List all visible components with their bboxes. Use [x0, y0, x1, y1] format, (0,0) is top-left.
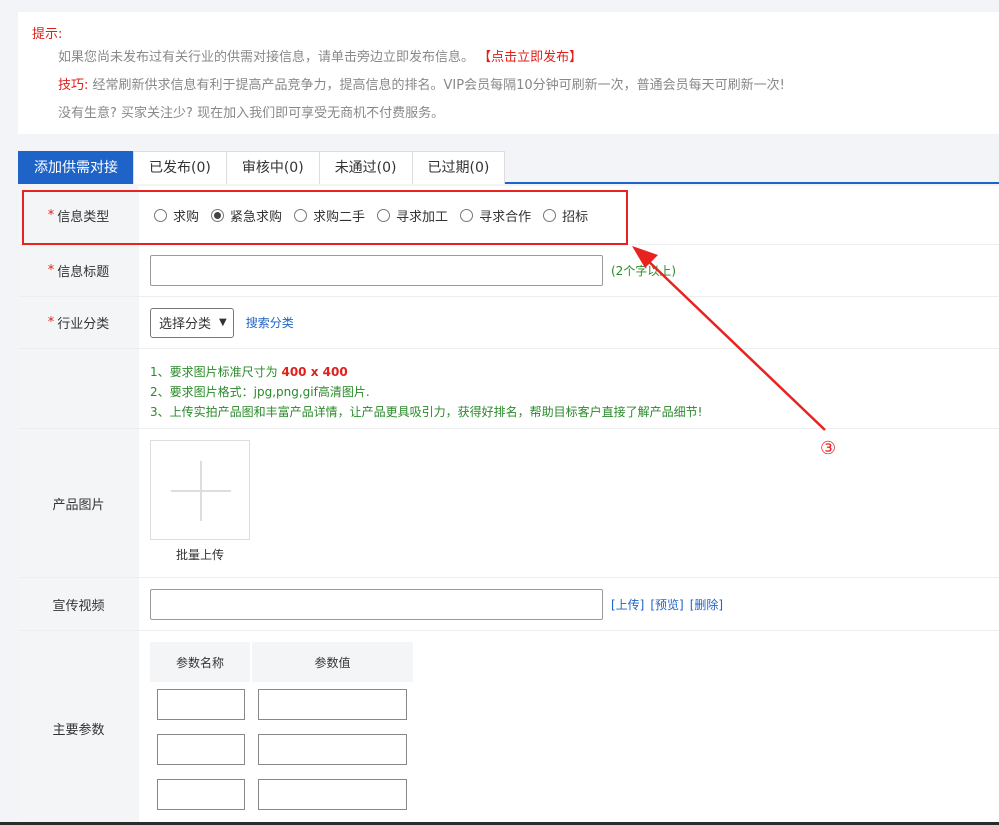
video-upload-link[interactable]: [上传] [611, 596, 644, 613]
required-star: * [47, 207, 55, 223]
info-title-input[interactable] [150, 255, 603, 286]
tab-rejected[interactable]: 未通过(0) [318, 151, 413, 184]
notice-line-promo: 没有生意? 买家关注少? 现在加入我们即可享受无商机不付费服务。 [58, 106, 445, 121]
params-header: 参数名称 参数值 [150, 642, 413, 682]
param-value-input[interactable] [258, 689, 407, 720]
info-type-label: * 信息类型 [18, 186, 139, 244]
param-name-input[interactable] [157, 689, 245, 720]
tab-reviewing[interactable]: 审核中(0) [225, 151, 320, 184]
radio-dot[interactable] [211, 208, 225, 222]
chevron-down-icon: ▼ [219, 317, 227, 328]
video-delete-link[interactable]: [删除] [690, 596, 723, 613]
param-name-input[interactable] [157, 734, 245, 765]
param-name-header: 参数名称 [150, 642, 250, 682]
param-value-input[interactable] [258, 779, 407, 810]
plus-icon [200, 461, 202, 521]
notice-title: 提示: [32, 27, 63, 42]
required-star: * [47, 263, 55, 278]
param-row [150, 689, 413, 720]
required-star: * [47, 315, 55, 330]
industry-label: * 行业分类 [18, 297, 139, 348]
annotation-number: ③ [820, 438, 837, 459]
requirement-format: 2、要求图片格式：jpg,png,gif高清图片. [150, 385, 370, 399]
tips-text: 经常刷新供求信息有利于提高产品竞争力，提高信息的排名。VIP会员每隔10分钟可刷… [92, 78, 785, 93]
info-type-radios: 求购 紧急求购 求购二手 寻求加工 寻求合作 招标 [154, 186, 600, 244]
tab-expired[interactable]: 已过期(0) [411, 151, 506, 184]
notice-line-tips: 技巧: 经常刷新供求信息有利于提高产品竞争力，提高信息的排名。VIP会员每隔10… [58, 74, 785, 93]
video-cell: [上传] [预览] [删除] [150, 578, 723, 630]
notice-line-publish: 如果您尚未发布过有关行业的供需对接信息，请单击旁边立即发布信息。 【点击立即发布… [58, 46, 582, 65]
requirements-label [18, 349, 139, 428]
param-value-input[interactable] [258, 734, 407, 765]
video-preview-link[interactable]: [预览] [650, 596, 683, 613]
radio-tender[interactable]: 招标 [543, 206, 588, 225]
industry-cell: 选择分类 ▼ 搜索分类 [150, 297, 294, 348]
radio-urgent-purchase[interactable]: 紧急求购 [211, 206, 282, 225]
param-name-input[interactable] [157, 779, 245, 810]
param-row [150, 779, 413, 810]
row-info-title: * 信息标题 (2个字以上) [18, 245, 999, 297]
row-industry: * 行业分类 选择分类 ▼ 搜索分类 [18, 297, 999, 349]
industry-label-text: 行业分类 [57, 317, 110, 332]
video-input[interactable] [150, 588, 603, 620]
product-image-label: 产品图片 [18, 429, 139, 577]
row-image-requirements: 1、要求图片标准尺寸为 400 x 400 2、要求图片格式：jpg,png,g… [18, 349, 999, 429]
notice-panel: 提示: 如果您尚未发布过有关行业的供需对接信息，请单击旁边立即发布信息。 【点击… [18, 12, 999, 134]
radio-processing[interactable]: 寻求加工 [377, 206, 448, 225]
radio-dot[interactable] [294, 208, 308, 222]
params-table: 参数名称 参数值 [150, 642, 413, 810]
info-type-label-text: 信息类型 [57, 209, 110, 225]
tab-published[interactable]: 已发布(0) [133, 151, 227, 184]
tab-add[interactable]: 添加供需对接 [18, 151, 134, 184]
requirement-size: 1、要求图片标准尺寸为 400 x 400 [150, 365, 348, 379]
param-value-header: 参数值 [252, 642, 413, 682]
image-upload-box[interactable] [150, 440, 250, 540]
radio-dot[interactable] [460, 208, 474, 222]
info-title-label: * 信息标题 [18, 245, 139, 296]
radio-dot[interactable] [543, 208, 557, 222]
radio-dot[interactable] [154, 208, 167, 222]
radio-used-purchase[interactable]: 求购二手 [294, 206, 365, 225]
tips-label: 技巧: [58, 78, 89, 93]
notice-publish-text: 如果您尚未发布过有关行业的供需对接信息，请单击旁边立即发布信息。 [58, 50, 475, 65]
search-category-link[interactable]: 搜索分类 [246, 314, 294, 331]
row-video: 宣传视频 [上传] [预览] [删除] [18, 578, 999, 631]
requirement-detail: 3、上传实拍产品图和丰富产品详情，让产品更具吸引力，获得好排名，帮助目标客户直接… [150, 405, 703, 419]
info-title-hint: (2个字以上) [611, 264, 676, 278]
params-label: 主要参数 [18, 631, 139, 825]
video-label: 宣传视频 [18, 578, 139, 630]
info-title-label-text: 信息标题 [57, 265, 110, 280]
param-row [150, 734, 413, 765]
row-info-type: * 信息类型 求购 紧急求购 求购二手 寻求加工 寻求合作 招标 [18, 186, 999, 245]
publish-now-link[interactable]: 【点击立即发布】 [478, 50, 582, 65]
info-title-cell: (2个字以上) [150, 245, 676, 296]
radio-dot[interactable] [377, 208, 391, 222]
radio-purchase[interactable]: 求购 [154, 206, 199, 225]
industry-select[interactable]: 选择分类 ▼ [150, 307, 234, 338]
required-size-value: 400 x 400 [281, 365, 348, 379]
batch-upload-button[interactable]: 批量上传 [176, 546, 224, 563]
page: 提示: 如果您尚未发布过有关行业的供需对接信息，请单击旁边立即发布信息。 【点击… [0, 0, 999, 825]
radio-cooperation[interactable]: 寻求合作 [460, 206, 531, 225]
supply-demand-form: * 信息类型 求购 紧急求购 求购二手 寻求加工 寻求合作 招标 * 信息标题 [18, 186, 999, 825]
tab-bar: 添加供需对接 已发布(0) 审核中(0) 未通过(0) 已过期(0) [18, 151, 999, 184]
industry-select-value: 选择分类 [159, 317, 212, 332]
